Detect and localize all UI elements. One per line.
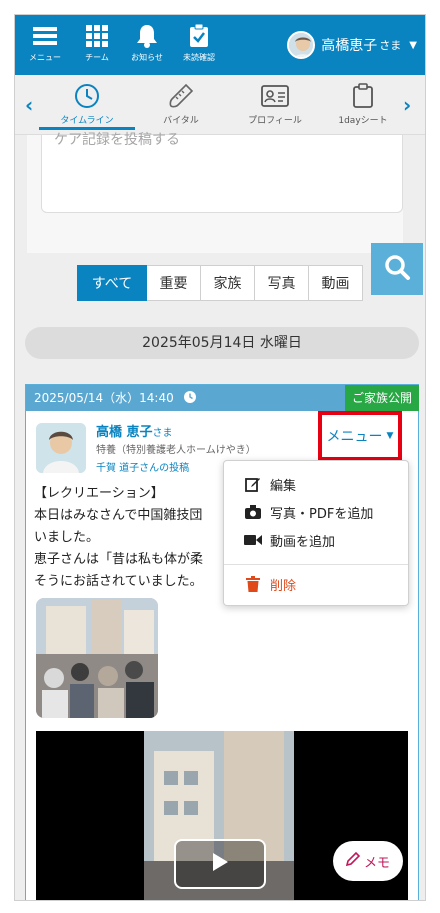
post-timestamp: 2025/05/14（水）14:40: [34, 391, 174, 405]
menu-item-add-photo-pdf-label: 写真・PDFを追加: [270, 506, 374, 522]
nav-team[interactable]: チーム: [75, 21, 119, 63]
post-body-line: 本日はみなさんで中国雑技団: [34, 508, 203, 523]
nav-menu-label: メニュー: [29, 53, 61, 62]
bell-icon: [125, 21, 169, 51]
menu-item-add-video[interactable]: 動画を追加: [244, 529, 335, 551]
menu-item-delete[interactable]: 削除: [244, 573, 296, 595]
chevron-down-icon: ▼: [409, 39, 417, 51]
filter-important[interactable]: 重要: [147, 265, 201, 301]
filter-photo[interactable]: 写真: [255, 265, 309, 301]
thermometer-icon: [143, 81, 219, 111]
post-body-line: いました。: [34, 530, 100, 545]
post-body: 【レクリエーション】 本日はみなさんで中国雑技団 いました。 恵子さんは「昔は私…: [34, 483, 244, 593]
tab-timeline[interactable]: タイムライン: [49, 81, 125, 126]
nav-menu[interactable]: メニュー: [23, 21, 67, 63]
filter-all[interactable]: すべて: [77, 265, 147, 301]
menu-item-add-photo-pdf[interactable]: 写真・PDFを追加: [244, 501, 373, 523]
post-organization: 特養（特別養護老人ホームけやき）: [96, 445, 256, 456]
tab-bar: ‹ タイムライン バイタル プロフィール 1dayシート ›: [15, 75, 425, 135]
date-separator: 2025年05月14日 水曜日: [25, 327, 419, 359]
filter-video[interactable]: 動画: [309, 265, 363, 301]
chevron-right-icon[interactable]: ›: [403, 93, 411, 117]
compose-input[interactable]: ケア記録を投稿する: [41, 132, 403, 213]
top-nav: メニュー チーム お知らせ 未読確認 高橋恵子 さま ▼: [15, 15, 425, 75]
tab-vital-label: バイタル: [163, 116, 199, 126]
camera-icon: [244, 505, 262, 519]
post-body-line: 【レクリエーション】: [34, 486, 164, 501]
memo-button[interactable]: メモ: [333, 841, 403, 881]
user-suffix: さま: [379, 39, 402, 52]
caret-down-icon: ▼: [386, 431, 394, 441]
nav-unread[interactable]: 未読確認: [177, 21, 221, 63]
play-icon: [211, 852, 229, 876]
clock-icon: [49, 81, 125, 111]
app-frame: メニュー チーム お知らせ 未読確認 高橋恵子 さま ▼ ‹ タイムライン バイ…: [14, 14, 426, 901]
tab-timeline-label: タイムライン: [60, 116, 114, 126]
visibility-badge: ご家族公開: [345, 385, 419, 411]
nav-team-label: チーム: [85, 53, 109, 62]
profile-card-icon: [237, 81, 313, 111]
post-photo[interactable]: [36, 598, 158, 718]
menu-item-add-video-label: 動画を追加: [270, 534, 336, 550]
play-button[interactable]: [174, 839, 266, 889]
chevron-left-icon[interactable]: ‹: [25, 93, 33, 117]
menu-item-edit-label: 編集: [270, 478, 297, 494]
tab-1day-sheet-label: 1dayシート: [338, 116, 388, 126]
memo-label: メモ: [363, 855, 390, 871]
trash-icon: [244, 576, 262, 592]
search-button[interactable]: [371, 243, 423, 295]
clipboard-check-icon: [177, 21, 221, 51]
hamburger-icon: [23, 21, 67, 51]
avatar: [287, 31, 316, 59]
nav-notice[interactable]: お知らせ: [125, 21, 169, 63]
user-menu[interactable]: 高橋恵子 さま ▼: [287, 31, 417, 59]
edit-icon: [244, 476, 262, 492]
post-menu-label: メニュー: [326, 429, 383, 445]
post-body-line: 恵子さんは「昔は私も体が柔: [34, 552, 204, 567]
post-menu-button[interactable]: メニュー ▼: [318, 411, 402, 461]
tab-vital[interactable]: バイタル: [143, 81, 219, 126]
compose-placeholder: ケア記録を投稿する: [54, 132, 180, 148]
tab-profile-label: プロフィール: [248, 116, 302, 126]
post-author-name: 高橋 恵子: [96, 425, 153, 440]
clock-icon: [183, 386, 196, 412]
filter-family[interactable]: 家族: [201, 265, 255, 301]
post-author-avatar: [36, 423, 86, 473]
tab-1day-sheet[interactable]: 1dayシート: [325, 81, 401, 126]
post-author-suffix: さま: [152, 428, 173, 439]
tab-profile[interactable]: プロフィール: [237, 81, 313, 126]
menu-item-delete-label: 削除: [270, 578, 297, 594]
grid-icon: [75, 21, 119, 51]
user-name: 高橋恵子: [321, 38, 378, 54]
menu-item-edit[interactable]: 編集: [244, 473, 296, 495]
nav-unread-label: 未読確認: [183, 53, 215, 62]
nav-notice-label: お知らせ: [131, 53, 163, 62]
post-body-line: そうにお話されていました。: [34, 574, 203, 589]
clipboard-icon: [325, 81, 401, 111]
video-camera-icon: [244, 534, 262, 546]
post-author[interactable]: 高橋 恵子さま: [96, 421, 173, 440]
menu-divider: [224, 564, 408, 565]
filter-group: すべて 重要 家族 写真 動画: [77, 265, 363, 301]
compose-area: ケア記録を投稿する: [27, 132, 403, 253]
post-menu-dropdown: 編集 写真・PDFを追加 動画を追加 削除: [223, 460, 409, 606]
post-header: 2025/05/14（水）14:40: [26, 385, 346, 411]
pencil-icon: [345, 851, 361, 870]
post-by[interactable]: 千賀 道子さんの投稿: [96, 459, 189, 474]
search-icon: [383, 253, 411, 285]
